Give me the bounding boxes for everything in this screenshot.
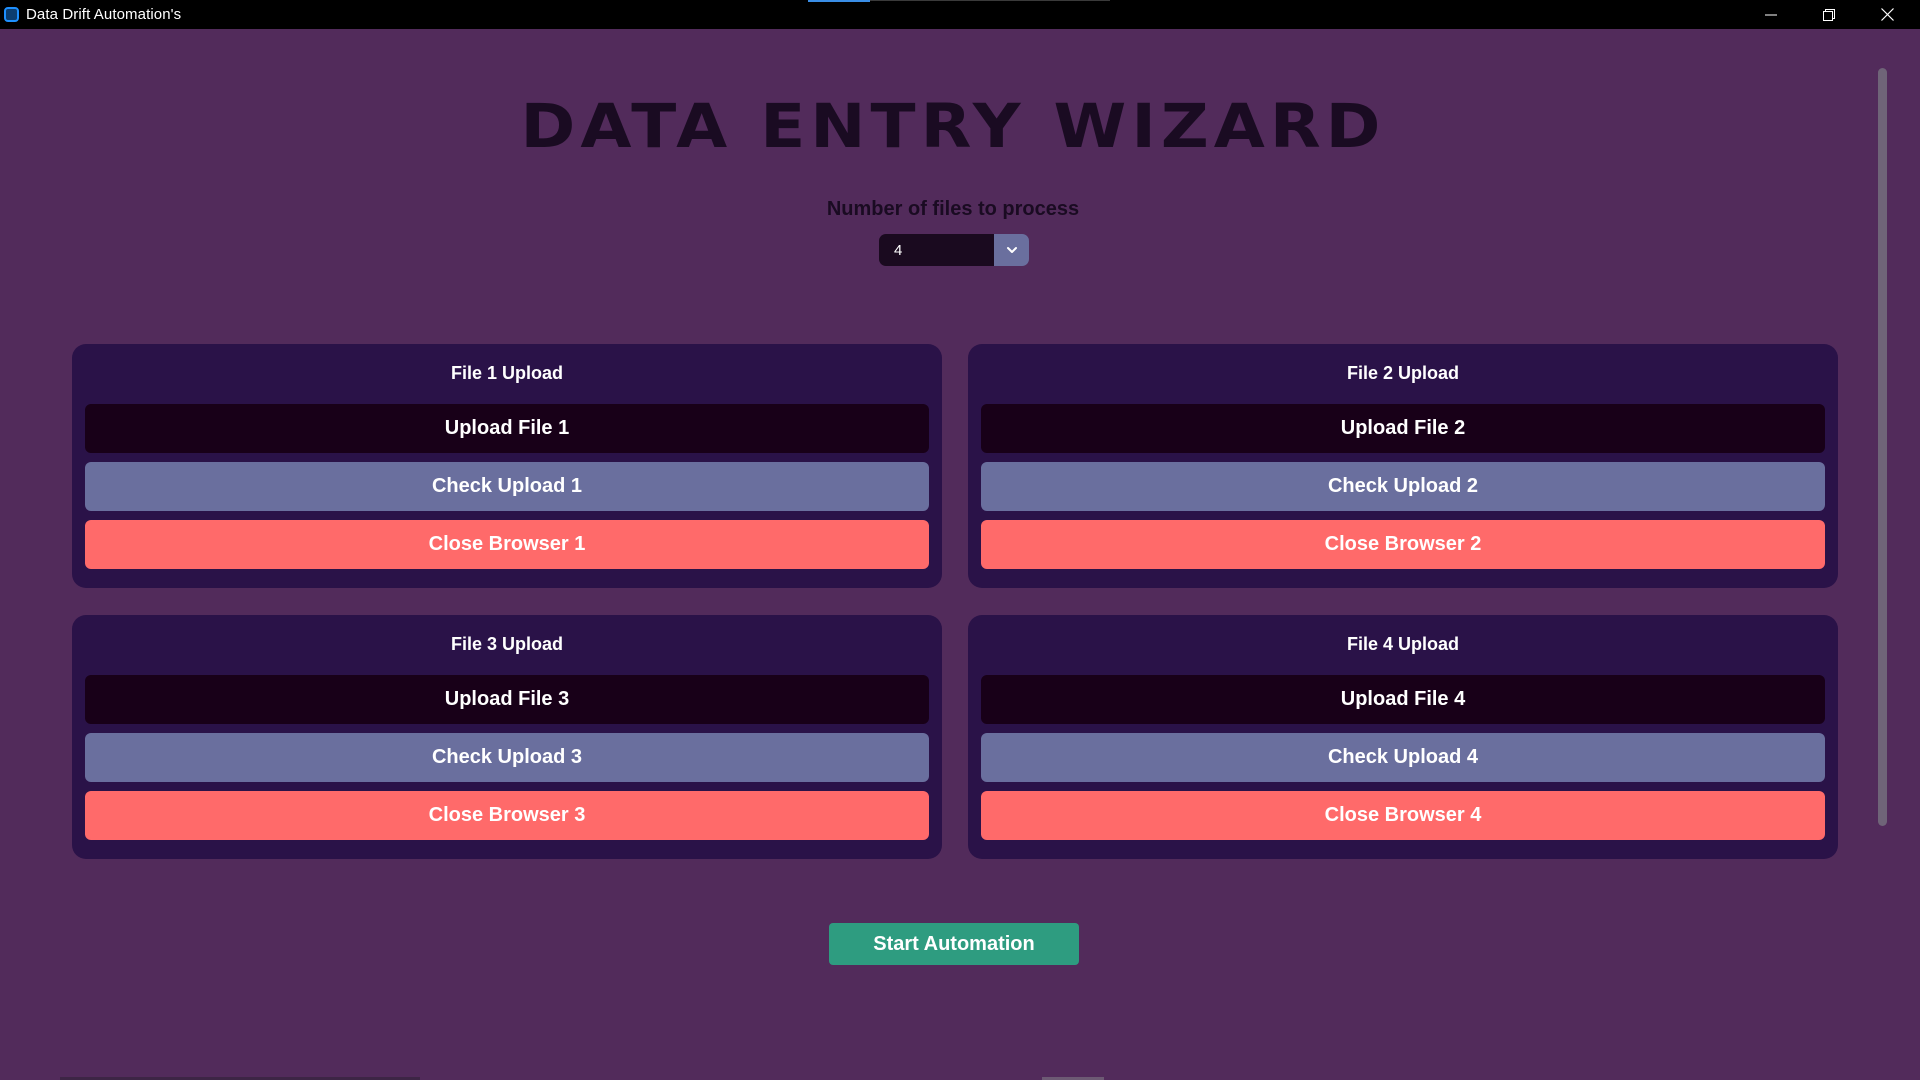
check-upload-button[interactable]: Check Upload 1	[85, 462, 929, 511]
check-upload-button[interactable]: Check Upload 2	[981, 462, 1825, 511]
card-title: File 3 Upload	[450, 634, 564, 654]
close-window-button[interactable]	[1858, 0, 1916, 29]
file-count-dropdown[interactable]: 4	[879, 234, 1029, 266]
vertical-scrollbar[interactable]	[1878, 68, 1887, 826]
close-browser-button[interactable]: Close Browser 3	[85, 791, 929, 840]
upload-file-button[interactable]: Upload File 3	[85, 675, 929, 724]
card-title: File 2 Upload	[1346, 363, 1460, 383]
window-titlebar: Data Drift Automation's	[0, 0, 1920, 29]
chevron-down-icon	[1006, 247, 1017, 253]
upload-file-button[interactable]: Upload File 4	[981, 675, 1825, 724]
close-browser-button[interactable]: Close Browser 1	[85, 520, 929, 569]
close-browser-button[interactable]: Close Browser 2	[981, 520, 1825, 569]
title-divider-line	[870, 0, 1110, 1]
upload-file-button[interactable]: Upload File 2	[981, 404, 1825, 453]
file-upload-card: File 3 Upload Upload File 3 Check Upload…	[72, 615, 942, 859]
file-count-label: Number of files to process	[826, 198, 1080, 220]
dropdown-toggle[interactable]	[994, 234, 1029, 266]
minimize-icon	[1765, 14, 1777, 15]
file-upload-card: File 4 Upload Upload File 4 Check Upload…	[968, 615, 1838, 859]
minimize-button[interactable]	[1742, 0, 1800, 29]
card-title: File 1 Upload	[450, 363, 564, 383]
restore-button[interactable]	[1800, 0, 1858, 29]
check-upload-button[interactable]: Check Upload 3	[85, 733, 929, 782]
app-icon	[4, 7, 19, 22]
upload-file-button[interactable]: Upload File 1	[85, 404, 929, 453]
file-upload-card: File 1 Upload Upload File 1 Check Upload…	[72, 344, 942, 588]
close-browser-button[interactable]: Close Browser 4	[981, 791, 1825, 840]
file-count-value[interactable]: 4	[879, 234, 994, 266]
window-title: Data Drift Automation's	[26, 6, 182, 23]
page-title: DATA ENTRY WIZARD	[520, 91, 1386, 162]
start-automation-button[interactable]: Start Automation	[829, 923, 1079, 965]
close-icon	[1880, 8, 1894, 21]
check-upload-button[interactable]: Check Upload 4	[981, 733, 1825, 782]
card-title: File 4 Upload	[1346, 634, 1460, 654]
title-accent-line	[808, 0, 870, 2]
file-upload-card: File 2 Upload Upload File 2 Check Upload…	[968, 344, 1838, 588]
restore-icon	[1823, 8, 1835, 21]
